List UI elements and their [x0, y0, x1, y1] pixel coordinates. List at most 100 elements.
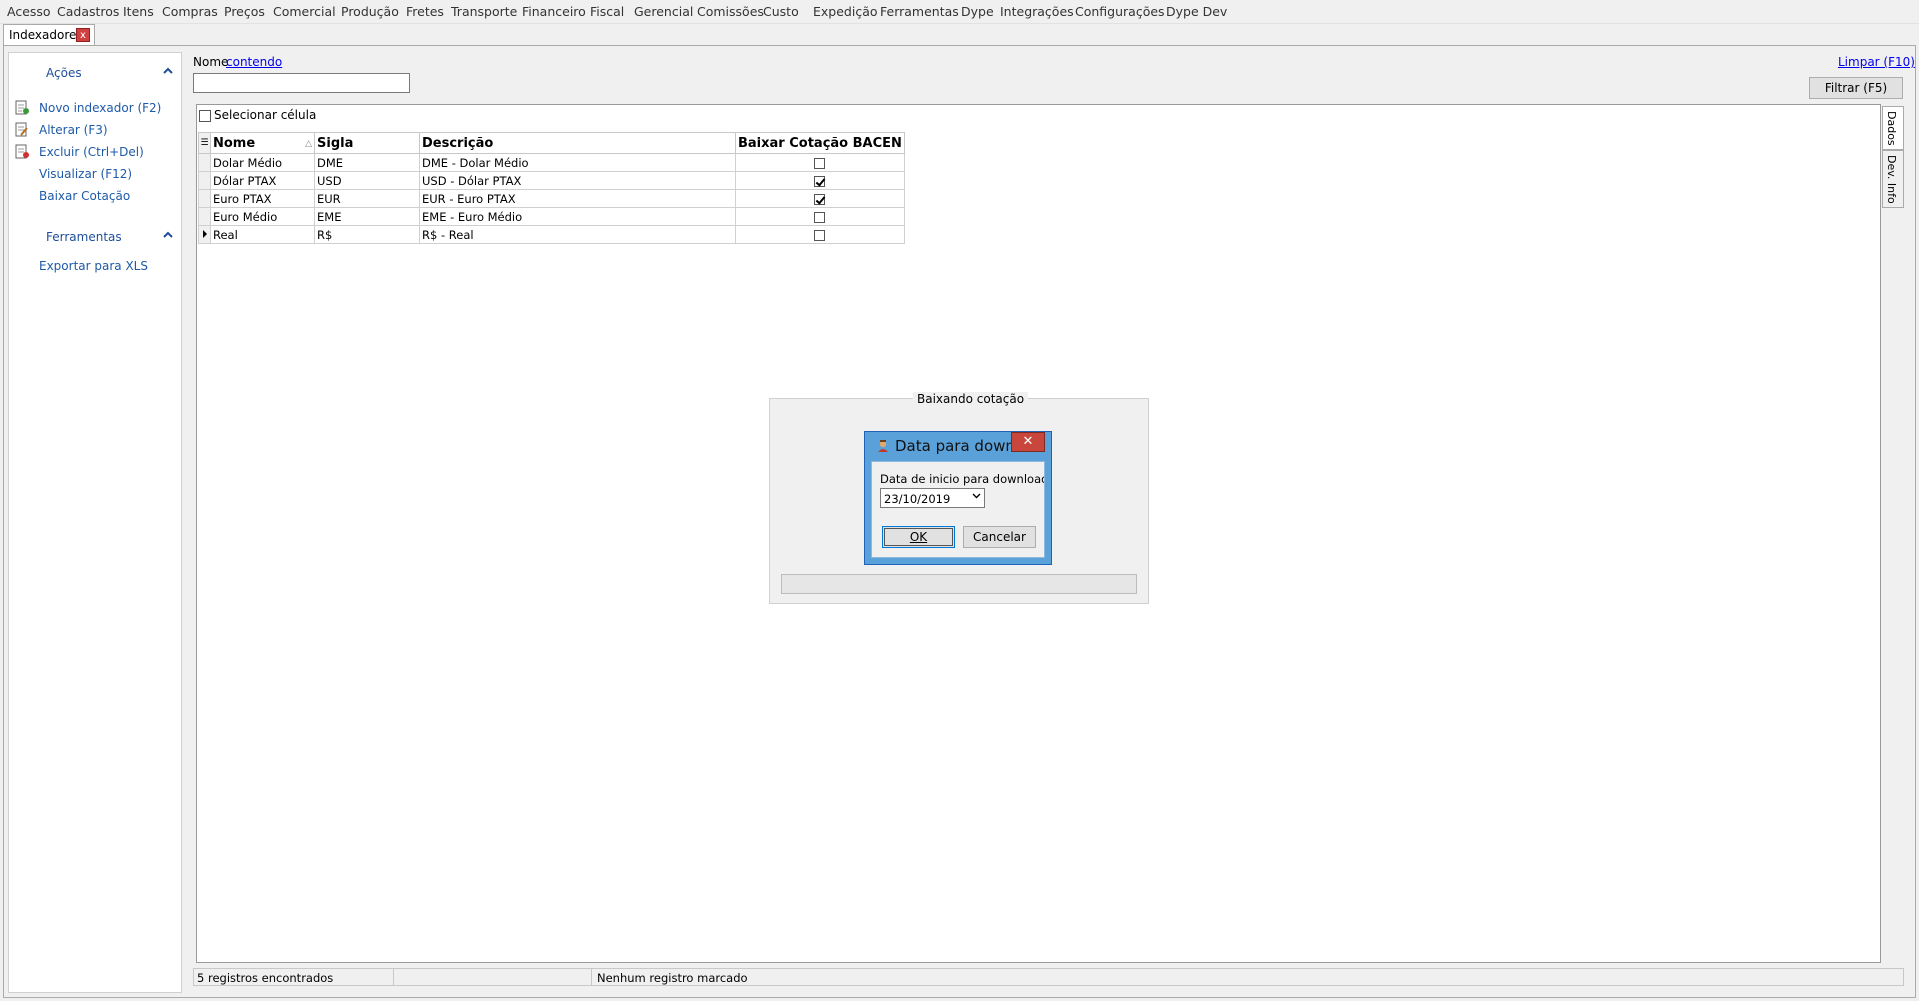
start-date-picker[interactable]: 23/10/2019 [880, 488, 985, 508]
menu-item-14[interactable]: Expedição [813, 4, 878, 19]
cell-nome[interactable]: Euro PTAX [210, 189, 315, 208]
delete-document-icon [15, 144, 29, 159]
menu-item-8[interactable]: Transporte [451, 4, 517, 19]
edit-document-icon [15, 122, 29, 137]
cell-sigla[interactable]: USD [314, 171, 420, 190]
cell-sigla[interactable]: DME [314, 153, 420, 172]
menu-item-19[interactable]: Dype Dev [1166, 4, 1227, 19]
column-header-nome[interactable]: Nome △ [210, 132, 315, 154]
filter-name-label: Nome [193, 55, 229, 69]
menu-item-13[interactable]: Custo [763, 4, 799, 19]
cell-sigla[interactable]: EME [314, 207, 420, 226]
menu-item-17[interactable]: Integrações [1000, 4, 1074, 19]
cancel-button[interactable]: Cancelar [963, 526, 1036, 548]
chevron-up-icon[interactable] [163, 64, 173, 78]
cell-baixar[interactable] [735, 171, 905, 190]
indexadores-grid: ☰ Nome △ Sigla Descrição Baixar Cotação B… [198, 132, 905, 244]
sort-ascending-icon: △ [305, 138, 312, 149]
sidebar-action-0[interactable]: Novo indexador (F2) [39, 101, 161, 115]
sidebar-action-1[interactable]: Alterar (F3) [39, 123, 108, 137]
cell-nome[interactable]: Dólar PTAX [210, 171, 315, 190]
cell-descricao[interactable]: DME - Dolar Médio [419, 153, 736, 172]
chevron-down-icon[interactable] [972, 491, 981, 502]
new-document-icon [15, 100, 29, 115]
table-row[interactable]: Dolar Médio DME DME - Dolar Médio [198, 153, 905, 172]
cell-baixar[interactable] [735, 225, 905, 244]
menu-item-7[interactable]: Fretes [406, 4, 444, 19]
progress-bar [781, 574, 1137, 594]
menu-item-9[interactable]: Financeiro [522, 4, 586, 19]
sidebar-action-3[interactable]: Visualizar (F12) [39, 167, 132, 181]
row-indicator [198, 207, 211, 226]
status-marked: Nenhum registro marcado [597, 971, 748, 985]
table-row[interactable]: Real R$ R$ - Real [198, 225, 905, 244]
column-header-baixar[interactable]: Baixar Cotação BACEN [735, 132, 905, 154]
menu-item-15[interactable]: Ferramentas [880, 4, 959, 19]
menu-item-1[interactable]: Cadastros [57, 4, 119, 19]
progress-title: Baixando cotação [913, 392, 1029, 406]
column-header-sigla[interactable]: Sigla [314, 132, 420, 154]
table-row[interactable]: Euro PTAX EUR EUR - Euro PTAX [198, 189, 905, 208]
section-title: Ferramentas [46, 230, 122, 244]
tab-close-icon[interactable]: x [76, 28, 90, 42]
baixar-checkbox[interactable] [814, 193, 826, 205]
filter-name-input[interactable] [193, 73, 410, 93]
column-header-descricao[interactable]: Descrição [419, 132, 736, 154]
menu-item-16[interactable]: Dype [961, 4, 994, 19]
baixar-checkbox[interactable] [814, 157, 826, 169]
start-date-label: Data de inicio para download BACEN [880, 472, 1044, 486]
status-record-count: 5 registros encontrados [197, 971, 334, 985]
baixar-checkbox[interactable] [814, 211, 826, 223]
sidebar-action-2[interactable]: Excluir (Ctrl+Del) [39, 145, 144, 159]
cell-baixar[interactable] [735, 207, 905, 226]
cell-baixar[interactable] [735, 153, 905, 172]
tab-label: Indexadores [9, 28, 83, 42]
sidebar: Ações Ferramentas Novo indexador (F2) Alt… [8, 52, 182, 993]
side-tab-dados[interactable]: Dados [1882, 106, 1904, 150]
select-cell-label: Selecionar célula [214, 108, 317, 122]
ok-button[interactable]: OK [882, 526, 955, 548]
dialog-title: Data para down... [895, 437, 1030, 455]
filter-button[interactable]: Filtrar (F5) [1809, 77, 1903, 99]
row-indicator [198, 153, 211, 172]
start-date-value: 23/10/2019 [884, 492, 951, 506]
cell-descricao[interactable]: EME - Euro Médio [419, 207, 736, 226]
menu-item-12[interactable]: Comissões [697, 4, 764, 19]
menu-item-2[interactable]: Itens [123, 4, 154, 19]
table-row[interactable]: Dólar PTAX USD USD - Dólar PTAX [198, 171, 905, 190]
menu-item-11[interactable]: Gerencial [634, 4, 693, 19]
baixar-checkbox[interactable] [814, 229, 826, 241]
cell-descricao[interactable]: R$ - Real [419, 225, 736, 244]
cell-descricao[interactable]: USD - Dólar PTAX [419, 171, 736, 190]
status-bar: 5 registros encontrados Nenhum registro … [193, 968, 1904, 986]
grid-menu-icon[interactable]: ☰ [198, 132, 211, 154]
cell-sigla[interactable]: R$ [314, 225, 420, 244]
select-cell-checkbox[interactable] [199, 110, 211, 122]
menu-item-0[interactable]: Acesso [7, 4, 51, 19]
cell-nome[interactable]: Dolar Médio [210, 153, 315, 172]
sidebar-action-4[interactable]: Baixar Cotação [39, 189, 130, 203]
menu-item-18[interactable]: Configurações [1075, 4, 1165, 19]
sidebar-section-ferramentas[interactable]: Ferramentas [9, 225, 181, 247]
dialog-close-icon[interactable]: ✕ [1011, 432, 1045, 452]
cell-baixar[interactable] [735, 189, 905, 208]
tab-indexadores[interactable]: Indexadores x [3, 24, 95, 45]
cell-descricao[interactable]: EUR - Euro PTAX [419, 189, 736, 208]
chevron-up-icon[interactable] [163, 228, 173, 242]
cell-sigla[interactable]: EUR [314, 189, 420, 208]
menu-item-10[interactable]: Fiscal [590, 4, 624, 19]
menu-item-3[interactable]: Compras [162, 4, 218, 19]
baixar-checkbox[interactable] [814, 175, 826, 187]
cell-nome[interactable]: Real [210, 225, 315, 244]
sidebar-tool-export-xls[interactable]: Exportar para XLS [39, 259, 148, 273]
filter-mode-link[interactable]: contendo [226, 55, 282, 69]
menu-item-6[interactable]: Produção [341, 4, 399, 19]
side-tab-dev-info[interactable]: Dev. Info [1882, 150, 1904, 208]
cell-nome[interactable]: Euro Médio [210, 207, 315, 226]
menu-item-5[interactable]: Comercial [273, 4, 336, 19]
sidebar-section-acoes[interactable]: Ações [9, 61, 181, 83]
menu-item-4[interactable]: Preços [224, 4, 265, 19]
table-row[interactable]: Euro Médio EME EME - Euro Médio [198, 207, 905, 226]
side-tab-label: Dados [1885, 111, 1898, 146]
clear-filter-link[interactable]: Limpar (F10) [1838, 55, 1915, 69]
